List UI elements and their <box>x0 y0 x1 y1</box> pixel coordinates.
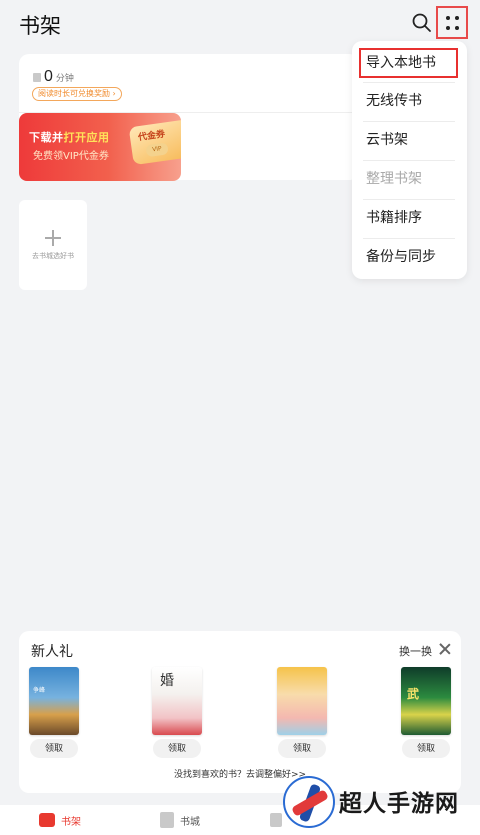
menu-item-backup-sync[interactable]: 备份与同步 <box>363 238 455 277</box>
coupon-label: 代金券 <box>137 129 166 144</box>
watermark-text: 超人手游网 <box>339 791 459 817</box>
book-cover[interactable]: 争峰 <box>29 667 79 735</box>
bookshelf-icon <box>39 813 55 827</box>
claim-button[interactable]: 领取 <box>402 739 450 758</box>
reward-pill[interactable]: 阅读时长可兑换奖励 › <box>32 87 122 101</box>
claim-button[interactable]: 领取 <box>153 739 201 758</box>
claim-button[interactable]: 领取 <box>278 739 326 758</box>
book-cover[interactable]: 婚 <box>152 667 202 735</box>
banner-subtitle: 免费领VIP代金券 <box>33 151 109 162</box>
menu-item-sort-books[interactable]: 书籍排序 <box>363 199 455 238</box>
refresh-button[interactable]: 换一换 <box>399 643 432 659</box>
new-user-gift-panel: 新人礼 换一换 争峰 领取 婚 领取 领取 武 领取 没找到喜欢的书？去调整偏好… <box>19 631 461 793</box>
promo-banner[interactable]: 下载并打开应用 免费领VIP代金券 代金券 VIP <box>19 113 181 181</box>
header: 书架 <box>0 0 480 46</box>
coupon-graphic: 代金券 VIP <box>128 118 181 166</box>
nav-item-bookstore[interactable]: 书城 <box>160 805 200 835</box>
add-book-tile[interactable]: 去书城选好书 <box>19 200 87 290</box>
nav-item-bookshelf[interactable]: 书架 <box>39 805 81 835</box>
banner-title: 下载并打开应用 <box>29 131 110 144</box>
nav-icon <box>270 813 282 827</box>
dots-icon <box>446 16 450 20</box>
gift-title: 新人礼 <box>31 644 73 660</box>
book-cover[interactable] <box>277 667 327 735</box>
close-icon[interactable] <box>439 643 451 655</box>
overflow-menu: 导入本地书 无线传书 云书架 整理书架 书籍排序 备份与同步 <box>352 41 467 279</box>
book-icon <box>33 72 41 82</box>
menu-item-import-local[interactable]: 导入本地书 <box>359 48 458 78</box>
more-menu-button[interactable] <box>436 6 468 39</box>
book-cover[interactable]: 武 <box>401 667 451 735</box>
claim-button[interactable]: 领取 <box>30 739 78 758</box>
watermark-logo <box>283 776 335 828</box>
watermark: 超人手游网 <box>283 770 480 830</box>
coupon-vip-badge: VIP <box>145 142 169 158</box>
reading-time[interactable]: 0 分钟 <box>33 68 74 86</box>
menu-item-cloud-shelf[interactable]: 云书架 <box>363 121 455 160</box>
nav-item-third[interactable] <box>270 805 282 835</box>
add-book-label: 去书城选好书 <box>32 252 74 260</box>
plus-icon <box>45 230 61 246</box>
menu-item-organize-shelf[interactable]: 整理书架 <box>363 160 455 199</box>
page-title: 书架 <box>19 14 61 38</box>
reading-unit: 分钟 <box>55 74 74 84</box>
bookstore-icon <box>160 812 174 828</box>
reading-minutes: 0 <box>44 68 53 85</box>
menu-item-wireless-transfer[interactable]: 无线传书 <box>363 82 455 121</box>
search-icon[interactable] <box>411 12 433 34</box>
